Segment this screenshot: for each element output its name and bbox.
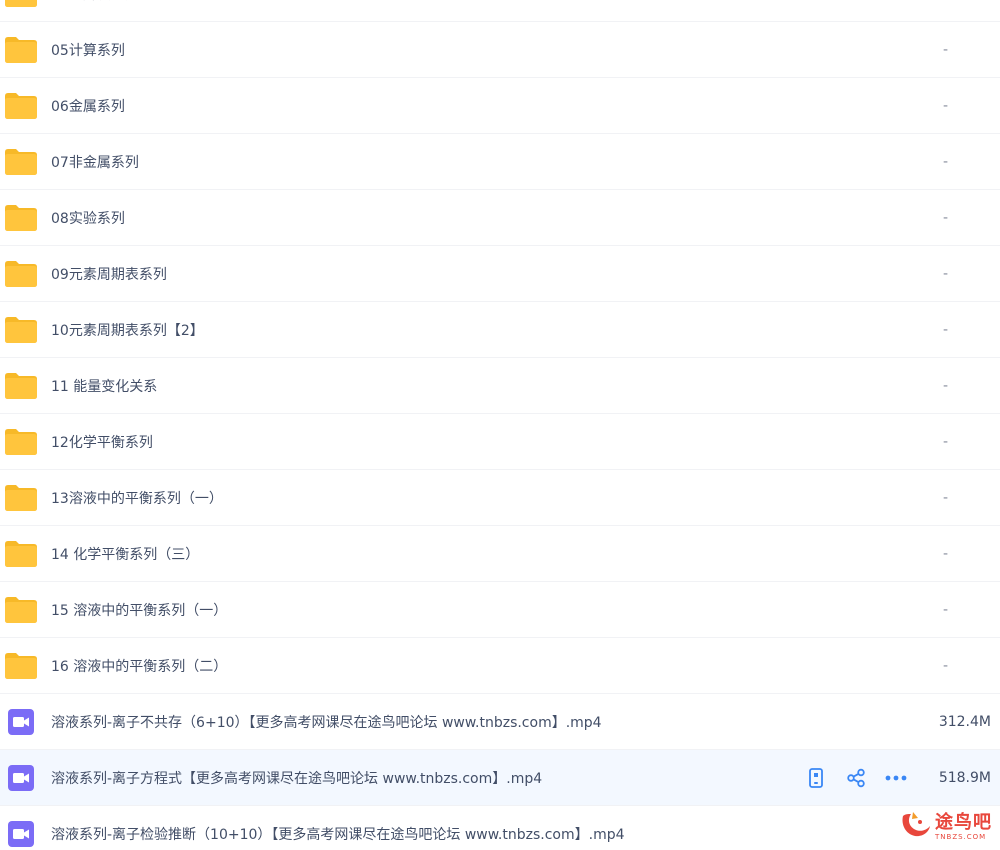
file-name[interactable]: 溶液系列-离子检验推断（10+10）【更多高考网课尽在途鸟吧论坛 www.tnb… xyxy=(51,824,625,844)
file-row[interactable]: 溶液系列-离子检验推断（10+10）【更多高考网课尽在途鸟吧论坛 www.tnb… xyxy=(0,806,1000,850)
file-size: 312.4M xyxy=(938,713,991,730)
file-name[interactable]: 11 能量变化关系 xyxy=(51,376,157,396)
file-name[interactable]: 15 溶液中的平衡系列（一） xyxy=(51,600,227,620)
folder-row[interactable]: 12化学平衡系列 - xyxy=(0,414,1000,470)
file-name[interactable]: 13溶液中的平衡系列（一） xyxy=(51,488,223,508)
file-row[interactable]: 溶液系列-离子方程式【更多高考网课尽在途鸟吧论坛 www.tnbzs.com】.… xyxy=(0,750,1000,806)
file-size: - xyxy=(942,433,948,450)
folder-icon xyxy=(4,36,38,64)
folder-row[interactable]: 08实验系列 - xyxy=(0,190,1000,246)
file-name[interactable]: 14 化学平衡系列（三） xyxy=(51,544,199,564)
file-list-rows: 04电解质系列-05计算系列-06金属系列-07非金属系列-08实验系列-09元… xyxy=(0,0,1000,850)
folder-icon xyxy=(4,0,38,8)
file-size: 518.9M xyxy=(938,769,991,786)
watermark: 途鸟吧 TNBZS.COM xyxy=(899,810,992,844)
folder-icon xyxy=(4,372,38,400)
file-size: - xyxy=(942,97,948,114)
file-name[interactable]: 10元素周期表系列【2】 xyxy=(51,320,204,340)
folder-row[interactable]: 06金属系列 - xyxy=(0,78,1000,134)
file-size: - xyxy=(942,41,948,58)
file-name[interactable]: 05计算系列 xyxy=(51,40,125,60)
folder-icon xyxy=(4,428,38,456)
file-name[interactable]: 溶液系列-离子不共存（6+10）【更多高考网课尽在途鸟吧论坛 www.tnbzs… xyxy=(51,712,602,732)
folder-row[interactable]: 04电解质系列 - xyxy=(0,0,1000,22)
watermark-logo-icon xyxy=(899,810,933,844)
folder-icon xyxy=(4,92,38,120)
folder-row[interactable]: 15 溶液中的平衡系列（一） - xyxy=(0,582,1000,638)
folder-row[interactable]: 07非金属系列 - xyxy=(0,134,1000,190)
video-file-icon xyxy=(4,764,38,792)
folder-icon xyxy=(4,260,38,288)
file-row[interactable]: 溶液系列-离子不共存（6+10）【更多高考网课尽在途鸟吧论坛 www.tnbzs… xyxy=(0,694,1000,750)
file-name[interactable]: 16 溶液中的平衡系列（二） xyxy=(51,656,227,676)
file-size: - xyxy=(942,377,948,394)
folder-icon xyxy=(4,596,38,624)
file-name[interactable]: 06金属系列 xyxy=(51,96,125,116)
file-size: - xyxy=(942,657,948,674)
folder-row[interactable]: 09元素周期表系列 - xyxy=(0,246,1000,302)
file-size: - xyxy=(942,265,948,282)
file-name[interactable]: 08实验系列 xyxy=(51,208,125,228)
file-size: - xyxy=(942,489,948,506)
file-name[interactable]: 07非金属系列 xyxy=(51,152,139,172)
folder-icon xyxy=(4,204,38,232)
watermark-subtext: TNBZS.COM xyxy=(935,832,987,841)
file-size: - xyxy=(942,153,948,170)
row-actions xyxy=(805,767,907,789)
folder-icon xyxy=(4,484,38,512)
file-size: - xyxy=(942,545,948,562)
folder-icon xyxy=(4,316,38,344)
file-name[interactable]: 04电解质系列 xyxy=(51,0,139,4)
folder-row[interactable]: 11 能量变化关系 - xyxy=(0,358,1000,414)
file-name[interactable]: 12化学平衡系列 xyxy=(51,432,153,452)
phone-icon[interactable] xyxy=(805,767,827,789)
share-icon[interactable] xyxy=(845,767,867,789)
watermark-text: 途鸟吧 xyxy=(935,811,992,833)
more-icon[interactable] xyxy=(885,767,907,789)
file-size: - xyxy=(943,0,948,2)
folder-icon xyxy=(4,540,38,568)
folder-icon xyxy=(4,148,38,176)
folder-row[interactable]: 16 溶液中的平衡系列（二） - xyxy=(0,638,1000,694)
file-size: - xyxy=(942,321,948,338)
video-file-icon xyxy=(4,708,38,736)
folder-row[interactable]: 14 化学平衡系列（三） - xyxy=(0,526,1000,582)
file-size: - xyxy=(942,601,948,618)
video-file-icon xyxy=(4,820,38,848)
folder-row[interactable]: 13溶液中的平衡系列（一） - xyxy=(0,470,1000,526)
file-name[interactable]: 09元素周期表系列 xyxy=(51,264,167,284)
folder-row[interactable]: 10元素周期表系列【2】 - xyxy=(0,302,1000,358)
file-size: - xyxy=(942,209,948,226)
folder-row[interactable]: 05计算系列 - xyxy=(0,22,1000,78)
folder-icon xyxy=(4,652,38,680)
file-name[interactable]: 溶液系列-离子方程式【更多高考网课尽在途鸟吧论坛 www.tnbzs.com】.… xyxy=(51,768,542,788)
file-list: 04电解质系列-05计算系列-06金属系列-07非金属系列-08实验系列-09元… xyxy=(0,0,1000,850)
